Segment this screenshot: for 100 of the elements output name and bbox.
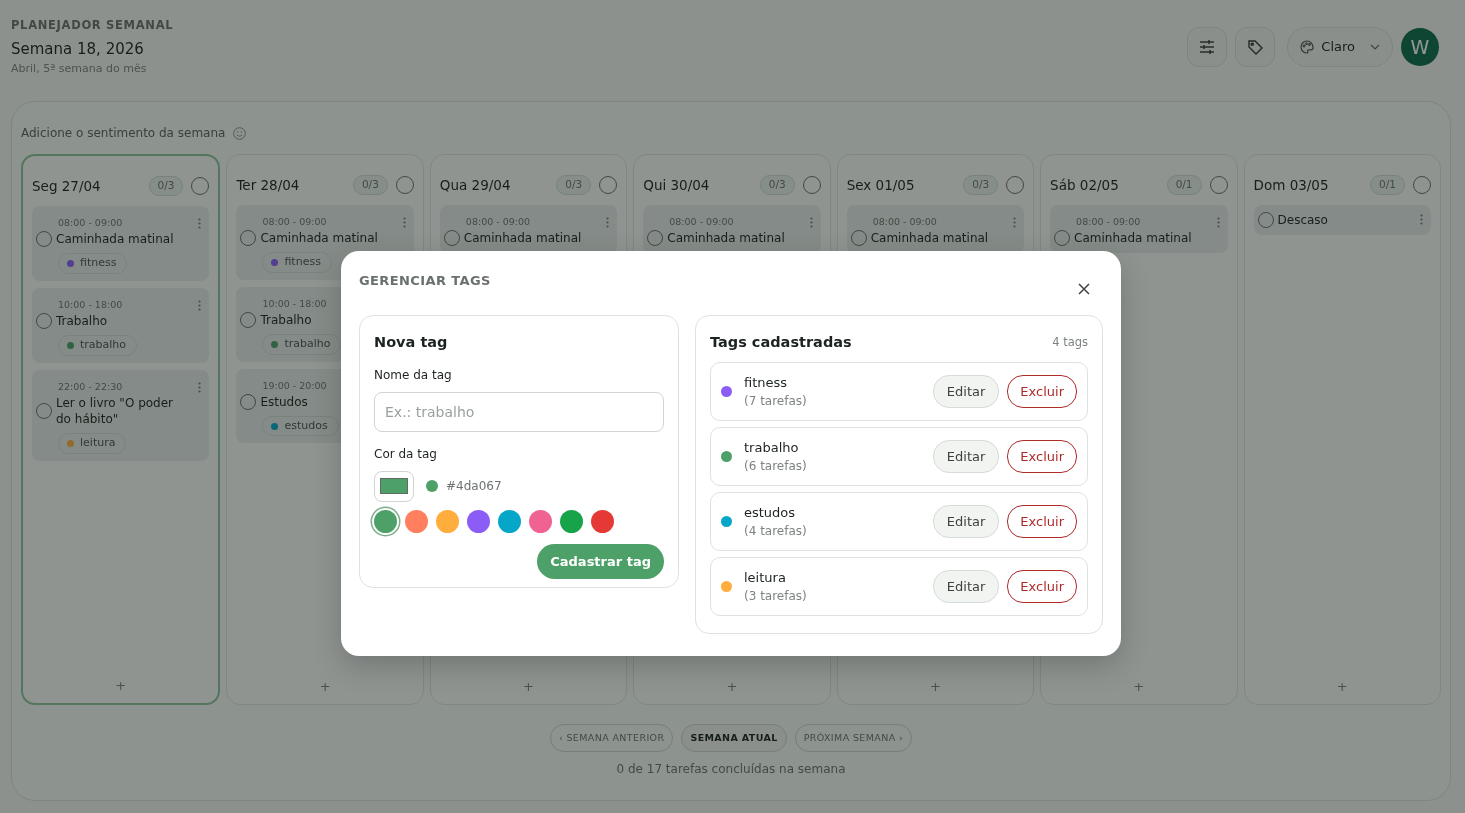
edit-button[interactable]: Editar xyxy=(932,504,1000,538)
task-time: 08:00 - 09:00 xyxy=(669,215,734,230)
add-task-button[interactable]: + xyxy=(319,676,331,696)
task-time: 08:00 - 09:00 xyxy=(262,215,327,230)
tag-name-field[interactable]: Ex.: trabalho xyxy=(374,391,664,432)
add-task-button[interactable]: + xyxy=(726,676,738,696)
delete-button[interactable]: Excluir xyxy=(1007,504,1077,538)
task-count: 0/3 xyxy=(759,175,795,195)
task-card[interactable]: 08:00 - 09:00 Caminhada matinal fitness xyxy=(32,206,210,281)
task-card[interactable]: Descaso xyxy=(1253,205,1431,236)
week-title: Semana 18, 2026 xyxy=(11,39,145,61)
day-label: Sex 01/05 xyxy=(846,176,915,195)
task-count: 0/3 xyxy=(352,175,388,195)
task-card[interactable]: 08:00 - 09:00 Caminhada matinal xyxy=(439,205,618,254)
close-icon xyxy=(1078,283,1090,295)
delete-button[interactable]: Excluir xyxy=(1007,439,1077,473)
day-label: Qui 30/04 xyxy=(643,176,710,195)
delete-button[interactable]: Excluir xyxy=(1007,569,1077,603)
task-time: 08:00 - 09:00 xyxy=(872,215,937,230)
app-eyebrow: PLANEJADOR SEMANAL xyxy=(11,17,174,34)
tags-button[interactable] xyxy=(1235,27,1276,67)
task-title: Caminhada matinal xyxy=(667,230,786,247)
tag-task-count: (6 tarefas) xyxy=(744,458,807,475)
color-swatch[interactable] xyxy=(467,509,490,533)
task-count: 0/3 xyxy=(963,175,999,195)
user-avatar[interactable]: W xyxy=(1401,28,1439,66)
task-card[interactable]: 08:00 - 09:00 Caminhada matinal xyxy=(643,205,821,254)
sliders-icon xyxy=(1199,40,1216,54)
color-hex: #4da067 xyxy=(446,478,502,496)
task-count: 0/3 xyxy=(148,176,184,196)
field-label: Cor da tag xyxy=(374,445,438,463)
tag-name: trabalho xyxy=(744,438,800,457)
tag-task-count: (4 tarefas) xyxy=(744,523,807,540)
create-tag-button[interactable]: Cadastrar tag xyxy=(537,543,664,580)
chevron-down-icon xyxy=(1370,44,1380,50)
task-title: Trabalho xyxy=(260,311,313,329)
color-swatch[interactable] xyxy=(374,509,397,533)
week-summary: 0 de 17 tarefas concluídas na semana xyxy=(615,761,847,779)
task-title: Caminhada matinal xyxy=(1074,230,1193,247)
color-swatch[interactable] xyxy=(498,509,521,533)
task-title: Caminhada matinal xyxy=(260,230,379,247)
task-count: 0/3 xyxy=(556,175,592,195)
task-time: 08:00 - 09:00 xyxy=(465,215,531,230)
palette-icon xyxy=(1300,40,1315,54)
close-button[interactable] xyxy=(1078,283,1092,297)
tag-task-count: (3 tarefas) xyxy=(744,588,807,605)
color-swatch[interactable] xyxy=(405,509,428,533)
color-swatch[interactable] xyxy=(560,509,583,533)
day-label: Ter 28/04 xyxy=(236,176,300,195)
add-task-button[interactable]: + xyxy=(929,676,941,696)
color-swatch[interactable] xyxy=(529,509,552,533)
tag-label: trabalho xyxy=(284,336,331,353)
task-title: Caminhada matinal xyxy=(56,231,175,248)
task-title: Estudos xyxy=(260,393,309,410)
filters-button[interactable] xyxy=(1187,27,1228,67)
task-count: 0/1 xyxy=(1166,175,1202,195)
edit-button[interactable]: Editar xyxy=(932,439,1000,473)
task-time: 22:00 - 22:30 xyxy=(58,379,123,394)
tag-label: fitness xyxy=(284,254,321,271)
tag-label: trabalho xyxy=(80,337,127,354)
tag-count: 4 tags xyxy=(1052,334,1088,352)
task-card[interactable]: 08:00 - 09:00 Caminhada matinal xyxy=(846,205,1025,254)
task-card[interactable]: 08:00 - 09:00 Caminhada matinal xyxy=(1050,205,1228,254)
theme-dropdown[interactable]: Claro xyxy=(1287,27,1393,67)
day-label: Dom 03/05 xyxy=(1253,176,1329,195)
delete-button[interactable]: Excluir xyxy=(1007,374,1077,408)
add-task-button[interactable]: + xyxy=(115,675,127,695)
task-card[interactable]: 10:00 - 18:00 Trabalho trabalho xyxy=(32,287,210,363)
task-title: Descaso xyxy=(1277,212,1329,229)
week-nav-button[interactable]: SEMANA ATUAL xyxy=(681,724,787,753)
task-count: 0/1 xyxy=(1370,175,1405,195)
task-title: Trabalho xyxy=(56,312,109,330)
color-swatch[interactable] xyxy=(591,509,614,533)
task-title: Caminhada matinal xyxy=(463,230,583,247)
edit-button[interactable]: Editar xyxy=(932,569,1000,603)
color-swatch[interactable] xyxy=(436,509,459,533)
tag-icon xyxy=(1246,38,1264,56)
task-time: 10:00 - 18:00 xyxy=(58,297,123,312)
tag-label: fitness xyxy=(80,255,117,272)
tag-label: estudos xyxy=(284,417,328,434)
task-time: 10:00 - 18:00 xyxy=(262,296,327,311)
card-heading: Tags cadastradas xyxy=(710,333,852,352)
tag-name: fitness xyxy=(744,373,789,392)
tag-name: estudos xyxy=(744,503,797,522)
day-label: Qua 29/04 xyxy=(439,176,511,195)
task-card[interactable]: 22:00 - 22:30 Ler o livro "O poder do hábito" leitura xyxy=(32,369,210,461)
task-time: 08:00 - 09:00 xyxy=(1076,215,1141,230)
task-time: 19:00 - 20:00 xyxy=(262,378,327,393)
day-label: Seg 27/04 xyxy=(32,177,101,196)
mood-prompt[interactable]: Adicione o sentimento da semana xyxy=(21,124,226,142)
tag-label: leitura xyxy=(80,435,116,451)
add-task-button[interactable]: + xyxy=(1133,676,1145,696)
edit-button[interactable]: Editar xyxy=(932,374,1000,408)
add-task-button[interactable]: + xyxy=(523,676,534,696)
week-subtitle: Abril, 5ª semana do mês xyxy=(11,60,148,77)
color-picker[interactable] xyxy=(374,470,414,502)
task-title: Caminhada matinal xyxy=(870,230,990,247)
smiley-icon[interactable] xyxy=(233,126,247,140)
task-time: 08:00 - 09:00 xyxy=(58,216,123,231)
add-task-button[interactable]: + xyxy=(1336,676,1348,696)
